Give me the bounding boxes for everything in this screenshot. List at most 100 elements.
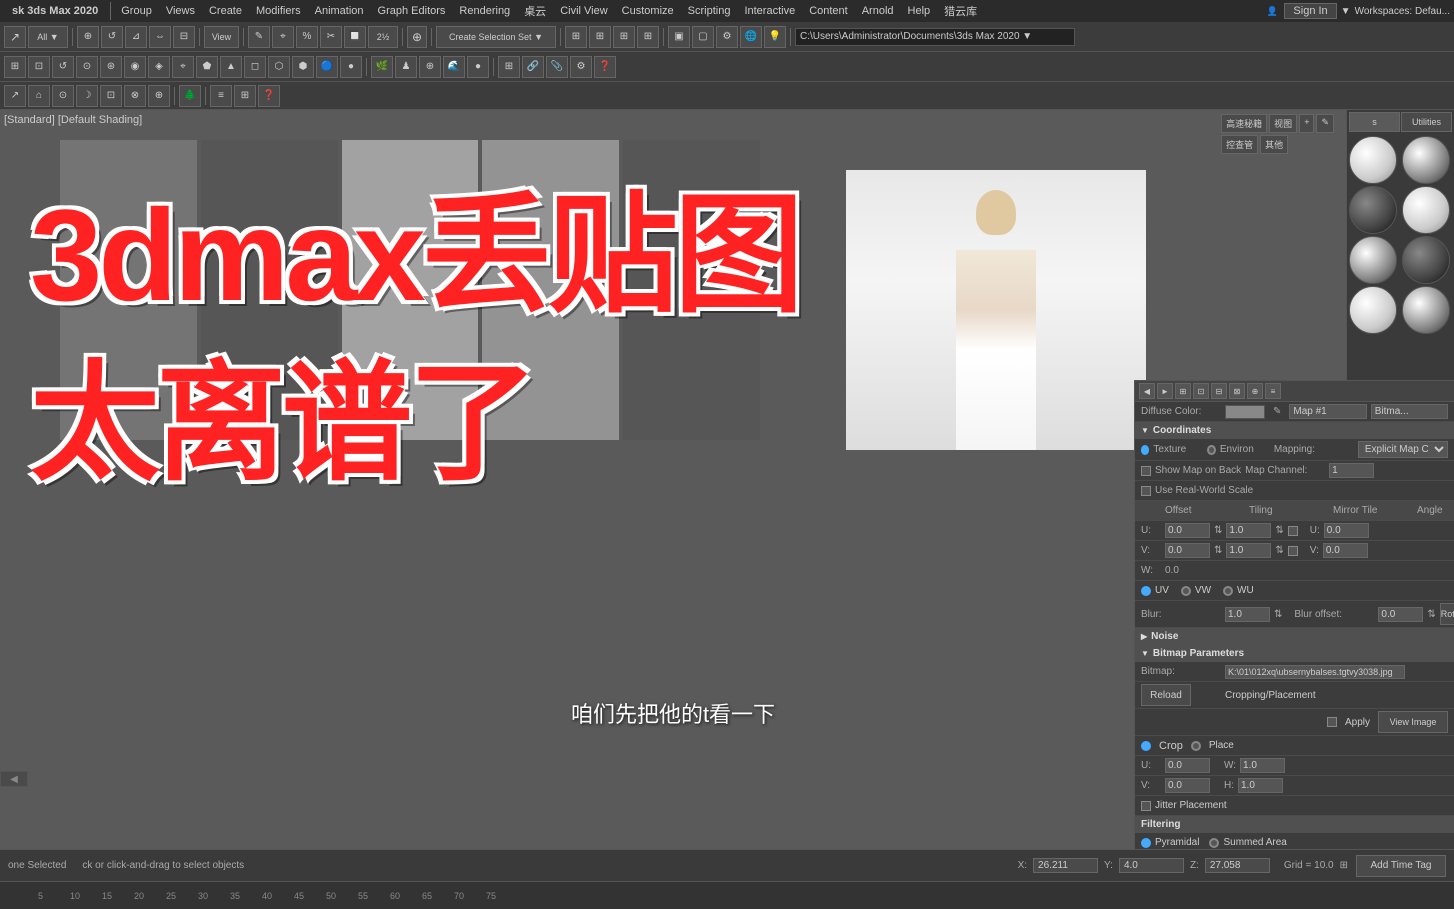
tb2-22[interactable]: 🔗	[522, 56, 544, 78]
select-tool[interactable]: ↗	[4, 26, 26, 48]
view-nav-btn2[interactable]: 视图	[1269, 114, 1297, 133]
v-tiling-input[interactable]	[1226, 543, 1271, 558]
blur-offset-input[interactable]	[1378, 607, 1423, 622]
x-coord[interactable]	[1033, 858, 1098, 873]
tb2-19[interactable]: 🌊	[443, 56, 465, 78]
tb2-6[interactable]: ◉	[124, 56, 146, 78]
tb2-12[interactable]: ⬡	[268, 56, 290, 78]
view-nav-btn3[interactable]: 控查管	[1221, 135, 1258, 154]
view-nav-add[interactable]: +	[1299, 114, 1314, 133]
sphere-6[interactable]	[1402, 236, 1450, 284]
expand-icon[interactable]: ⊞	[1340, 860, 1348, 871]
tb2-23[interactable]: 📎	[546, 56, 568, 78]
texture-radio[interactable]	[1141, 445, 1149, 455]
scroll-left-btn[interactable]: ◀	[0, 771, 28, 787]
u-offset-input[interactable]	[1165, 523, 1210, 538]
props-icon-6[interactable]: ≡	[1265, 383, 1281, 399]
tb2-10[interactable]: ▲	[220, 56, 242, 78]
reload-button[interactable]: Reload	[1141, 684, 1191, 706]
tool2[interactable]: ⌖	[272, 26, 294, 48]
move-tool[interactable]: ⊕	[77, 26, 99, 48]
show-map-checkbox[interactable]	[1141, 466, 1151, 476]
sphere-1[interactable]	[1349, 136, 1397, 184]
props-icon-3[interactable]: ⊟	[1211, 383, 1227, 399]
blur-input[interactable]	[1225, 607, 1270, 622]
props-icon-2[interactable]: ⊡	[1193, 383, 1209, 399]
sphere-5[interactable]	[1349, 236, 1397, 284]
tool4[interactable]: ✂	[320, 26, 342, 48]
real-world-checkbox[interactable]	[1141, 486, 1151, 496]
render-btn2[interactable]: ▢	[692, 26, 714, 48]
menu-rendering[interactable]: Rendering	[453, 3, 516, 19]
tool6[interactable]: 2½	[368, 26, 398, 48]
u-stepper[interactable]: ⇅	[1214, 525, 1222, 536]
tb2-4[interactable]: ⊙	[76, 56, 98, 78]
v-mirror-check[interactable]	[1288, 546, 1298, 556]
menu-create[interactable]: Create	[203, 3, 248, 19]
tool3[interactable]: %	[296, 26, 318, 48]
noise-header[interactable]: ▶ Noise	[1135, 628, 1454, 645]
grid-btn1[interactable]: ⊞	[565, 26, 587, 48]
tb3-8[interactable]: 🌲	[179, 85, 201, 107]
timeline[interactable]: 5 10 15 20 25 30 35 40 45 50 55 60 65 70…	[0, 881, 1454, 909]
z-coord[interactable]	[1205, 858, 1270, 873]
place-radio[interactable]	[1191, 741, 1201, 751]
tool5[interactable]: 🔲	[344, 26, 366, 48]
v-angle-input[interactable]	[1323, 543, 1368, 558]
tb2-17[interactable]: ♟	[395, 56, 417, 78]
mirror-tool[interactable]: ⇔	[149, 26, 171, 48]
apply-checkbox[interactable]	[1327, 717, 1337, 727]
tb2-3[interactable]: ↺	[52, 56, 74, 78]
tb2-18[interactable]: ⊕	[419, 56, 441, 78]
menu-graph-editors[interactable]: Graph Editors	[372, 3, 452, 19]
blur-stepper[interactable]: ⇅	[1274, 609, 1282, 620]
tb3-5[interactable]: ⊡	[100, 85, 122, 107]
render-btn4[interactable]: 🌐	[740, 26, 762, 48]
pyramidal-radio[interactable]	[1141, 838, 1151, 848]
sign-in-button[interactable]: Sign In	[1284, 3, 1336, 19]
view-nav-btn1[interactable]: 高速秘籍	[1221, 114, 1267, 133]
bitmap-path-input[interactable]	[1225, 665, 1405, 679]
tb2-9[interactable]: ⬟	[196, 56, 218, 78]
rp-tab-s[interactable]: s	[1349, 112, 1400, 132]
tb2-8[interactable]: ⌖	[172, 56, 194, 78]
tb2-15[interactable]: ●	[340, 56, 362, 78]
sphere-4[interactable]	[1402, 186, 1450, 234]
crop-v-input[interactable]	[1165, 778, 1210, 793]
menu-content[interactable]: Content	[803, 3, 854, 19]
render-btn3[interactable]: ⚙	[716, 26, 738, 48]
tb3-11[interactable]: ❓	[258, 85, 280, 107]
align-tool[interactable]: ⊟	[173, 26, 195, 48]
tool1[interactable]: ✎	[248, 26, 270, 48]
u-mirror-check[interactable]	[1288, 526, 1298, 536]
tb3-10[interactable]: ⊞	[234, 85, 256, 107]
render-btn1[interactable]: ▣	[668, 26, 690, 48]
u-tiling-stepper[interactable]: ⇅	[1275, 525, 1283, 536]
tb3-4[interactable]: ☽	[76, 85, 98, 107]
coordinates-header[interactable]: ▼ Coordinates	[1135, 422, 1454, 439]
menu-liecloud[interactable]: 猎云库	[938, 1, 983, 21]
tb2-20[interactable]: ●	[467, 56, 489, 78]
menu-group[interactable]: Group	[115, 3, 158, 19]
menu-modifiers[interactable]: Modifiers	[250, 3, 307, 19]
u-angle-input[interactable]	[1324, 523, 1369, 538]
tb3-3[interactable]: ⊙	[52, 85, 74, 107]
tb3-9[interactable]: ≡	[210, 85, 232, 107]
rotate-tool[interactable]: ↺	[101, 26, 123, 48]
sphere-7[interactable]	[1349, 286, 1397, 334]
render-btn5[interactable]: 💡	[764, 26, 786, 48]
u-tiling-input[interactable]	[1226, 523, 1271, 538]
menu-civil-view[interactable]: Civil View	[554, 3, 613, 19]
bitmap-params-header[interactable]: ▼ Bitmap Parameters	[1135, 645, 1454, 662]
props-icon-prev[interactable]: ◀	[1139, 383, 1155, 399]
scale-tool[interactable]: ⊿	[125, 26, 147, 48]
tb2-5[interactable]: ⊛	[100, 56, 122, 78]
select-all-dropdown[interactable]: All ▼	[28, 26, 68, 48]
crop-radio[interactable]	[1141, 741, 1151, 751]
summed-area-radio[interactable]	[1209, 838, 1219, 848]
tb2-13[interactable]: ⬢	[292, 56, 314, 78]
snap-toggle[interactable]: ⊕	[407, 26, 427, 48]
props-icon-1[interactable]: ⊞	[1175, 383, 1191, 399]
tb3-2[interactable]: ⌂	[28, 85, 50, 107]
diffuse-map2[interactable]: Bitma...	[1371, 404, 1448, 419]
